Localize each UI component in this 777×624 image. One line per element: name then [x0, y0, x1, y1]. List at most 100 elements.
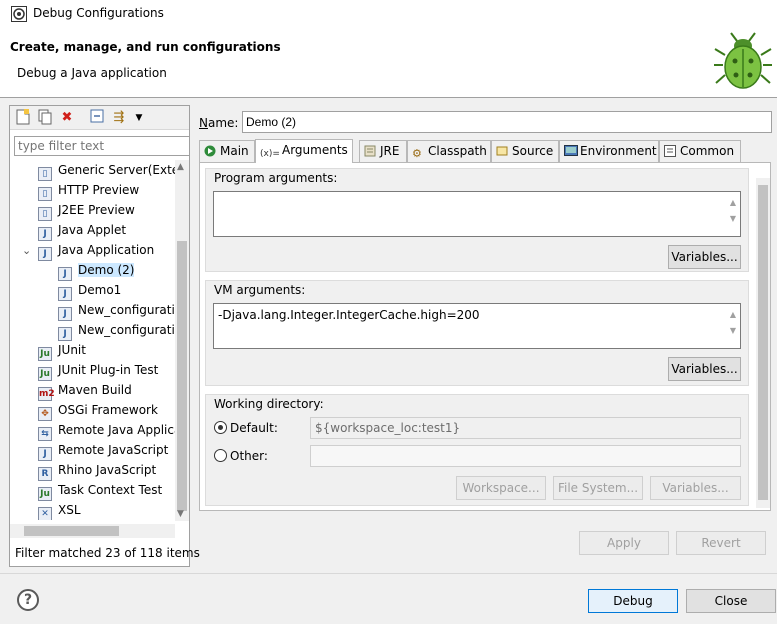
configuration-list-panel: ✖ ⇶ ▼ ▯ Generic Server(Exter ▯ HTTP Preview… [9, 105, 200, 567]
tree-item[interactable]: J Demo1 [58, 280, 122, 301]
name-label-rest: ame: [207, 116, 239, 130]
program-arguments-label: Program arguments: [214, 171, 338, 185]
remote-java-icon: ⇆ [38, 427, 52, 441]
debug-button[interactable]: Debug [588, 589, 678, 613]
tree-item-label: Task Context Test [58, 483, 163, 497]
tab-source[interactable]: Source [491, 140, 559, 162]
xsl-icon: ✕ [38, 507, 52, 520]
tree-item-label: Demo1 [78, 283, 122, 297]
program-arguments-textarea[interactable] [213, 191, 741, 237]
tree-item-label: HTTP Preview [58, 183, 140, 197]
filter-icon[interactable]: ⇶ [110, 109, 128, 127]
server-icon: ▯ [38, 207, 52, 221]
tree-item-label: Rhino JavaScript [58, 463, 157, 477]
maven-icon: m2 [38, 387, 55, 401]
vm-arguments-group: VM arguments: -Djava.lang.Integer.Intege… [205, 280, 749, 386]
program-arguments-group: Program arguments: ▲ ▼ Variables... [205, 168, 749, 272]
tree-item-label: New_configuratio [78, 323, 175, 337]
tree-item-label: XSL [58, 503, 81, 517]
vm-arguments-variables-button[interactable]: Variables... [668, 357, 741, 381]
tab-jre[interactable]: JRE [359, 140, 407, 162]
tab-common[interactable]: Common [659, 140, 741, 162]
tree-item[interactable]: Ju JUnit Plug-in Test [38, 360, 159, 381]
arguments-tab-icon: (x)= [260, 149, 280, 159]
filter-input[interactable] [14, 136, 190, 156]
tree-item[interactable]: Ju JUnit [38, 340, 86, 361]
tree-vertical-scrollbar-thumb[interactable] [177, 241, 187, 511]
tab-arguments[interactable]: (x)= Arguments [255, 139, 353, 163]
tree-item-label: JUnit [58, 343, 86, 357]
arguments-tab-panel: Program arguments: ▲ ▼ Variables... VM ar… [199, 162, 771, 511]
chevron-down-icon[interactable]: ▼ [130, 109, 148, 127]
workspace-button[interactable]: Workspace... [456, 476, 546, 500]
default-directory-field: ${workspace_loc:test1} [310, 417, 741, 439]
tree-item[interactable]: Ju Task Context Test [38, 480, 163, 501]
vm-arguments-textarea[interactable]: -Djava.lang.Integer.IntegerCache.high=20… [213, 303, 741, 349]
default-label: Default: [230, 421, 278, 435]
vm-arguments-label: VM arguments: [214, 283, 306, 297]
dialog-header: Create, manage, and run configurations D… [0, 28, 777, 98]
close-button[interactable]: Close [686, 589, 776, 613]
tree-item-label: JUnit Plug-in Test [58, 363, 159, 377]
revert-button[interactable]: Revert [676, 531, 766, 555]
name-field[interactable] [242, 111, 772, 133]
other-label: Other: [230, 449, 268, 463]
tab-strip: Main (x)= Arguments JRE ⚙ Classpath Source… [199, 139, 771, 164]
tab-main[interactable]: Main [199, 140, 255, 162]
chevron-down-icon[interactable]: ⌄ [22, 244, 31, 257]
collapse-all-icon[interactable] [88, 109, 106, 127]
new-configuration-icon[interactable] [14, 109, 32, 127]
header-subtitle: Debug a Java application [17, 66, 167, 80]
working-directory-variables-button[interactable]: Variables... [650, 476, 741, 500]
tree-item-label: Java Application [58, 243, 155, 257]
tree-horizontal-scrollbar-thumb[interactable] [24, 526, 119, 536]
scroll-down-icon[interactable]: ▼ [177, 509, 184, 519]
tree-item-label: OSGi Framework [58, 403, 158, 417]
junit-icon: Ju [38, 347, 52, 361]
other-radio[interactable] [214, 449, 227, 462]
tree-item[interactable]: J Remote JavaScript [38, 440, 168, 461]
tree-item[interactable]: ⇆ Remote Java Applica [38, 420, 175, 441]
tab-classpath[interactable]: ⚙ Classpath [407, 140, 491, 162]
other-directory-field[interactable] [310, 445, 741, 467]
scroll-up-icon[interactable]: ▲ [177, 162, 184, 172]
tree-item[interactable]: ✕ XSL [38, 500, 81, 520]
file-system-button[interactable]: File System... [553, 476, 643, 500]
tab-vertical-scrollbar-thumb[interactable] [758, 185, 768, 500]
tree-item[interactable]: m2 Maven Build [38, 380, 132, 401]
configuration-tree: ▯ Generic Server(Exter ▯ HTTP Preview ▯ J2EE … [10, 160, 175, 520]
apply-button[interactable]: Apply [579, 531, 669, 555]
working-directory-group: Working directory: Default: ${workspace_… [205, 394, 749, 506]
tree-item[interactable]: ▯ HTTP Preview [38, 180, 140, 201]
server-icon: ▯ [38, 167, 52, 181]
help-icon[interactable]: ? [17, 589, 39, 611]
tab-environment[interactable]: Environment [559, 140, 659, 162]
tree-item-label: Demo (2) [78, 263, 135, 277]
program-arguments-scroll-icon[interactable]: ▲ ▼ [728, 195, 738, 227]
eclipse-icon [11, 6, 27, 22]
tree-item-label: Maven Build [58, 383, 132, 397]
tree-item[interactable]: R Rhino JavaScript [38, 460, 157, 481]
source-tab-icon [496, 143, 508, 156]
common-tab-icon [664, 143, 676, 157]
tree-item[interactable]: J New_configuratio [58, 320, 175, 341]
window-title: Debug Configurations [33, 6, 164, 20]
tree-item[interactable]: ✥ OSGi Framework [38, 400, 158, 421]
program-arguments-variables-button[interactable]: Variables... [668, 245, 741, 269]
delete-icon[interactable]: ✖ [58, 109, 76, 127]
tree-item[interactable]: J New_configuratio [58, 300, 175, 321]
tree-item[interactable]: J Java Application [38, 240, 155, 261]
java-app-icon: J [58, 307, 72, 321]
tree-item[interactable]: ▯ Generic Server(Exter [38, 160, 175, 181]
java-app-icon: J [58, 287, 72, 301]
default-radio[interactable] [214, 421, 227, 434]
tree-item[interactable]: ▯ J2EE Preview [38, 200, 135, 221]
bug-icon [713, 31, 773, 93]
duplicate-icon[interactable] [36, 109, 54, 127]
tree-item[interactable]: J Java Applet [38, 220, 127, 241]
tree-item[interactable]: J Demo (2) [58, 260, 135, 281]
header-title: Create, manage, and run configurations [10, 40, 281, 54]
tree-item-label: Java Applet [58, 223, 127, 237]
vm-arguments-scroll-icon[interactable]: ▲ ▼ [728, 307, 738, 339]
remote-js-icon: J [38, 447, 52, 461]
